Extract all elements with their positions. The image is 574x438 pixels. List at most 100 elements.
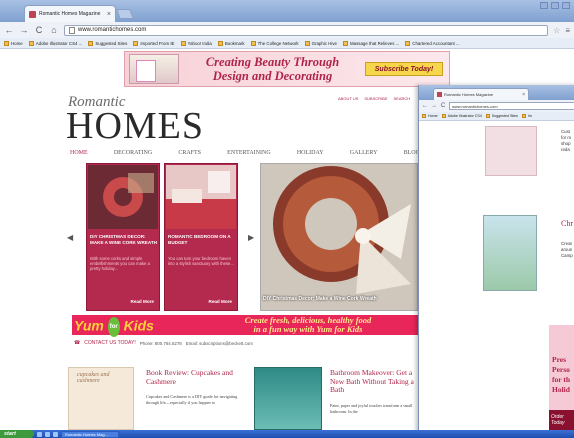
back-icon[interactable]: ← [422,103,428,109]
holiday-ad-text: Pres Perso for th Holid [552,355,570,394]
card-excerpt: You can turn your bedroom haven into a s… [168,256,234,267]
title-bar-secondary: Romantic Homes Magazine × [419,85,574,100]
article-title-fragment[interactable]: Chr [561,219,573,228]
logo-main[interactable]: HOMES [66,107,204,145]
new-tab-button[interactable] [116,9,134,19]
bookmark-item[interactable]: Im [521,114,532,118]
contact-strip: ☎ CONTACT US TODAY! Phone: 800.764.6278 … [74,340,253,346]
article-excerpt: Cupcakes and Cashmere is a DIY guide for… [146,394,238,406]
yum-for-kids-banner[interactable]: Yum for Kids Create fresh, delicious, he… [72,315,422,337]
subscribe-button[interactable]: Subscribe Today! [365,62,443,76]
card-caption: ROMANTIC BEDROOM ON A BUDGET [168,234,231,245]
bookmark-item[interactable]: Suggested Sites [485,114,518,118]
featured-image[interactable]: DIY Christmas Decor: Make a Wine Cork Wr… [260,163,418,311]
bookmark-item[interactable]: Home [422,114,438,118]
folder-icon [4,40,9,46]
text-fragment: Cust for m shop reda [561,129,572,152]
bookmark-item[interactable]: The College Network [250,40,299,46]
card-caption: DIY CHRISTMAS DECOR: MAKE A WINE CORK WR… [90,234,157,245]
quicklaunch-icon[interactable] [37,431,42,437]
bookmarks-bar-secondary: Home Adobe Illustrator CS4 Suggested Sit… [419,112,574,121]
article-title[interactable]: Book Review: Cupcakes and Cashmere [146,368,246,386]
slider-card[interactable]: DIY CHRISTMAS DECOR: MAKE A WINE CORK WR… [86,163,160,311]
forward-icon[interactable]: → [431,103,437,109]
reload-icon[interactable]: C [440,103,446,109]
menu-item-entertaining[interactable]: ENTERTAINING [227,150,270,156]
banner-tagline: Creating Beauty Through Design and Decor… [205,55,340,83]
room-thumbnail-image[interactable] [483,215,537,291]
bookmark-item[interactable]: Chartered Accountant ... [405,40,460,46]
wrench-menu-icon[interactable]: ≡ [565,26,570,35]
address-bar[interactable]: www.romantichomes.com [64,24,549,36]
slider-prev-icon[interactable]: ◀ [67,233,73,242]
article-excerpt: Paint, paper and joyful touches transfor… [330,403,413,415]
window-controls [540,2,570,9]
bookmark-item[interactable]: Home [4,40,23,46]
home-icon[interactable]: ⌂ [49,25,59,35]
slider-next-icon[interactable]: ▶ [248,233,254,242]
folder-icon [422,114,426,118]
quicklaunch-icon[interactable] [45,431,50,437]
wreath-thumbnail-image [88,165,158,229]
folder-icon [441,114,446,118]
folder-icon [485,114,490,118]
bookmark-item[interactable]: Yahoo! India [180,40,212,46]
bookmark-item[interactable]: Adobe Illustrator CS4 [441,114,482,118]
page-icon [69,26,75,34]
address-bar-secondary[interactable]: www.romantichomes.com [449,102,574,110]
menu-item-gallery[interactable]: GALLERY [350,150,378,156]
menu-item-holiday[interactable]: HOLIDAY [297,150,324,156]
browser-tab[interactable]: Romantic Homes Magazine × [24,5,116,22]
text-fragment: Creat aroun Camp [561,241,573,258]
bookmark-item[interactable]: Adobe Illustrator CS4 ... [28,40,82,46]
folder-icon [28,40,34,46]
folder-icon [133,40,139,46]
menu-item-home[interactable]: HOME [70,150,88,156]
browser-toolbar-secondary: ← → C www.romantichomes.com [419,100,574,112]
menu-item-crafts[interactable]: CRAFTS [178,150,201,156]
bookmark-item[interactable]: Graphic Hive [304,40,337,46]
top-link-subscribe[interactable]: SUBSCRIBE [364,96,387,101]
phone-icon: ☎ [74,340,81,346]
bathroom-image[interactable] [254,367,322,430]
bookmark-item[interactable]: Bookmark [217,40,245,46]
close-tab-icon[interactable]: × [107,11,111,18]
browser-tab-secondary[interactable]: Romantic Homes Magazine × [433,88,529,100]
maximize-button[interactable] [551,2,559,9]
favicon-icon [29,10,36,18]
address-text: www.romantichomes.com [78,27,147,33]
taskbar-button[interactable]: Romantic Homes Mag... [61,430,119,438]
folder-icon [521,114,526,118]
minimize-button[interactable] [540,2,548,9]
contact-email[interactable]: Email: subscriptions@beckett.com [186,341,253,346]
bookmark-star-icon[interactable]: ☆ [553,26,560,35]
cupcakes-book-image[interactable]: cupcakes and cashmere [68,367,134,430]
close-window-button[interactable] [562,2,570,9]
reload-icon[interactable]: C [34,25,44,35]
subscribe-banner-ad[interactable]: Creating Beauty Through Design and Decor… [124,51,450,87]
bookmark-item[interactable]: Suggested Sites [88,40,127,46]
read-more-link[interactable]: Read More [209,299,233,304]
top-link-about[interactable]: ABOUT US [338,96,358,101]
slider-card[interactable]: ROMANTIC BEDROOM ON A BUDGET You can tur… [164,163,238,311]
yum-logo: Yum for Kids [74,317,182,337]
yum-tagline: Create fresh, delicious, healthy food in… [244,315,372,334]
title-bar: Romantic Homes Magazine × [0,0,574,22]
close-tab-icon[interactable]: × [522,92,525,98]
bookmark-item[interactable]: Massage that Relieves ... [343,40,399,46]
start-button[interactable]: start [0,430,34,438]
top-link-search[interactable]: SEARCH [394,96,411,101]
decor-thumbnail-image[interactable] [485,126,537,176]
bookmark-item[interactable]: Imported From IE [133,40,175,46]
read-more-link[interactable]: Read More [131,299,155,304]
article-title[interactable]: Bathroom Makeover: Get a New Bath Withou… [330,368,420,395]
quicklaunch-icon[interactable] [53,431,58,437]
browser-window-secondary[interactable]: Romantic Homes Magazine × ← → C www.roma… [418,85,574,438]
contact-label: CONTACT US TODAY! [84,340,136,346]
magazine-cover-image [129,54,179,84]
card-excerpt: With some corks and simple embellishment… [90,256,150,272]
forward-icon[interactable]: → [19,25,29,35]
menu-item-decorating[interactable]: DECORATING [114,150,152,156]
back-icon[interactable]: ← [4,25,14,35]
contact-phone: Phone: 800.764.6278 [139,340,182,346]
